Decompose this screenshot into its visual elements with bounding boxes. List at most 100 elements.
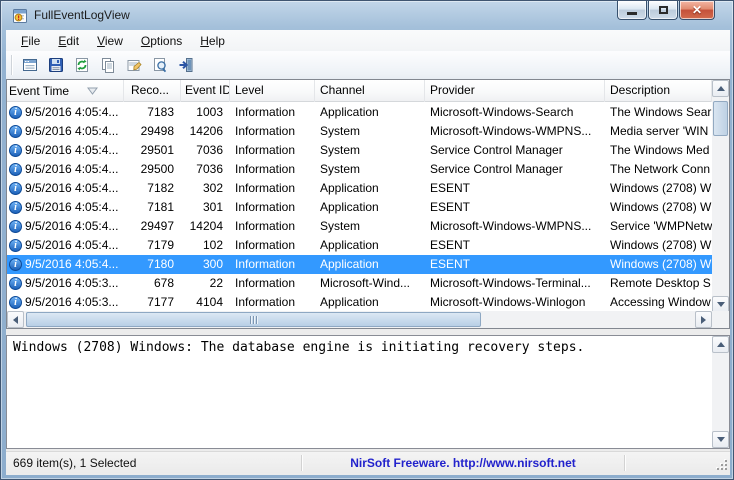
cell-provider: ESENT [430,238,471,252]
cell-event-id: 4104 [196,295,223,309]
cell-provider: ESENT [430,181,471,195]
cell-provider: Service Control Manager [430,143,563,157]
minimize-icon [627,12,637,15]
cell-record: 7183 [147,105,174,119]
cell-record: 29498 [140,124,174,138]
column-header-description[interactable]: Description [605,80,712,102]
cell-channel: Application [320,257,379,271]
minimize-button[interactable] [617,1,647,20]
scroll-up-button[interactable] [712,80,729,97]
vertical-scroll-thumb[interactable] [713,101,728,136]
cell-description: Remote Desktop S [610,276,711,290]
scroll-left-button[interactable] [7,311,24,328]
cell-level: Information [235,162,296,176]
menu-options[interactable]: Options [132,32,191,50]
list-horizontal-scrollbar[interactable] [7,311,712,328]
horizontal-scroll-thumb[interactable] [26,312,481,327]
cell-event-id: 7036 [196,143,223,157]
arrow-down-icon [716,437,725,442]
resize-grip-icon[interactable] [715,458,728,471]
column-header-provider[interactable]: Provider [425,80,605,102]
title-bar[interactable]: FullEventLogView ✕ [1,1,733,30]
scroll-right-button[interactable] [695,311,712,328]
data-source-window-icon [22,59,37,71]
arrow-down-icon [716,302,725,307]
cell-provider: ESENT [430,257,471,271]
detail-vertical-scrollbar[interactable] [712,336,729,448]
column-label: Event ID [185,83,230,97]
column-label: Event Time [9,83,70,98]
table-row[interactable]: i 9/5/2016 4:05:3... 7177 4104 Information Ap… [7,293,712,312]
choose-data-source-button[interactable] [18,54,41,76]
cell-record: 29501 [140,143,174,157]
cell-level: Information [235,181,296,195]
close-icon: ✕ [691,3,703,17]
menu-edit[interactable]: Edit [49,32,88,50]
nirsoft-branding-link[interactable]: NirSoft Freeware. http://www.nirsoft.net [302,456,624,470]
column-header-event-time[interactable]: Event Time [7,80,124,102]
information-level-icon: i [9,182,22,195]
cell-provider: Microsoft-Windows-Winlogon [430,295,586,309]
information-level-icon: i [9,258,22,271]
cell-description: Windows (2708) W [610,200,712,214]
toolbar [6,51,730,79]
table-row[interactable]: i 9/5/2016 4:05:4... 7179 102 Information App… [7,236,712,255]
sort-descending-icon [87,87,98,95]
scroll-down-button[interactable] [712,431,729,448]
table-row[interactable]: i 9/5/2016 4:05:4... 29498 14206 Information… [7,122,712,141]
cell-level: Information [235,276,296,290]
save-button[interactable] [44,54,67,76]
cell-channel: Microsoft-Wind... [320,276,411,290]
menu-help[interactable]: Help [191,32,234,50]
list-vertical-scrollbar[interactable] [712,80,729,313]
cell-channel: System [320,219,361,233]
column-header-record[interactable]: Reco... [124,80,181,102]
cell-description: Windows (2708) W [610,238,712,252]
column-label: Channel [320,83,365,97]
cell-record: 7180 [147,257,174,271]
table-row[interactable]: i 9/5/2016 4:05:4... 29501 7036 Information S… [7,141,712,160]
column-header-event-id[interactable]: Event ID [181,80,230,102]
arrow-right-icon [701,315,706,324]
cell-provider: Service Control Manager [430,162,563,176]
table-row[interactable]: i 9/5/2016 4:05:3... 678 22 Information Micro… [7,274,712,293]
column-label: Description [610,83,671,97]
table-row[interactable]: i 9/5/2016 4:05:4... 7183 1003 Information Ap… [7,103,712,122]
application-window: FullEventLogView ✕ File Edit View Option… [0,0,734,480]
cell-level: Information [235,295,296,309]
cell-level: Information [235,105,296,119]
cell-time: i 9/5/2016 4:05:4... [7,103,124,122]
column-header-level[interactable]: Level [230,80,315,102]
cell-description: The Network Conn [610,162,711,176]
table-row-selected[interactable]: i 9/5/2016 4:05:4... 7180 300 Information App… [7,255,712,274]
information-level-icon: i [9,163,22,176]
maximize-button[interactable] [648,1,678,20]
close-button[interactable]: ✕ [679,1,715,20]
table-row[interactable]: i 9/5/2016 4:05:4... 7181 301 Information App… [7,198,712,217]
menu-file[interactable]: File [12,32,49,50]
table-row[interactable]: i 9/5/2016 4:05:4... 7182 302 Information App… [7,179,712,198]
cell-channel: Application [320,105,379,119]
cell-channel: Application [320,295,379,309]
copy-button[interactable] [96,54,119,76]
menu-view[interactable]: View [88,32,132,50]
cell-time: i 9/5/2016 4:05:3... [7,293,124,312]
properties-icon [127,60,142,71]
information-level-icon: i [9,144,22,157]
information-level-icon: i [9,296,22,309]
cell-provider: ESENT [430,200,471,214]
find-button[interactable] [148,54,171,76]
column-label: Provider [430,83,475,97]
item-count-text: 669 item(s), 1 Selected [13,456,137,470]
event-table-body: i 9/5/2016 4:05:4... 7183 1003 Information Ap… [7,103,712,312]
refresh-button[interactable] [70,54,93,76]
properties-button[interactable] [122,54,145,76]
scroll-up-button[interactable] [712,336,729,353]
column-header-channel[interactable]: Channel [315,80,425,102]
event-list: Event Time Reco... Event ID Level Channe… [6,79,730,329]
table-row[interactable]: i 9/5/2016 4:05:4... 29500 7036 Information S… [7,160,712,179]
status-bar: 669 item(s), 1 Selected NirSoft Freeware… [6,451,730,473]
cell-provider: Microsoft-Windows-Search [430,105,574,119]
table-row[interactable]: i 9/5/2016 4:05:4... 29497 14204 Information… [7,217,712,236]
exit-button[interactable] [174,54,197,76]
